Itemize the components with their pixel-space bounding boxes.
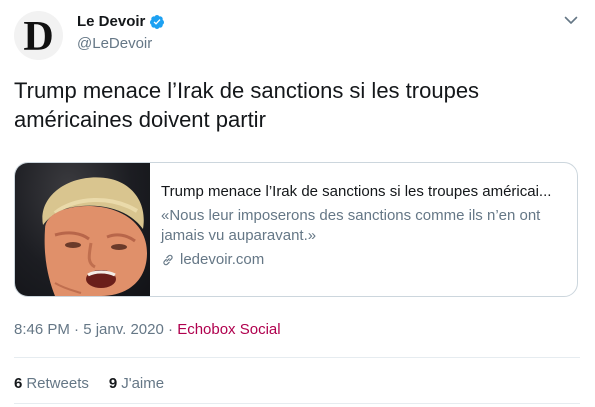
meta-separator: · [168,321,174,338]
likes-label: J'aime [121,375,165,392]
avatar[interactable]: D [14,11,63,60]
card-domain[interactable]: ledevoir.com [161,250,571,270]
account-name-row[interactable]: Le Devoir [77,13,165,30]
display-name[interactable]: Le Devoir [77,13,145,30]
tweet-source-link[interactable]: Echobox Social [177,321,280,338]
retweets-count: 6 [14,375,23,392]
verified-badge-icon [149,14,165,30]
divider [14,403,580,404]
tweet-date[interactable]: 5 janv. 2020 [83,321,164,338]
retweets-label: Retweets [26,375,89,392]
link-icon [161,253,175,267]
user-handle[interactable]: @LeDevoir [77,35,152,52]
avatar-logo-letter: D [23,13,54,60]
card-body[interactable]: Trump menace l’Irak de sanctions si les … [161,182,571,270]
tweet-meta: 8:46 PM · 5 janv. 2020 · Echobox Social [14,321,281,338]
likes-count: 9 [108,375,118,392]
meta-separator: · [74,321,80,338]
link-preview-card[interactable]: Trump menace l’Irak de sanctions si les … [14,162,578,297]
card-title[interactable]: Trump menace l’Irak de sanctions si les … [161,182,571,202]
divider [14,357,580,358]
card-domain-text[interactable]: ledevoir.com [180,250,264,270]
retweets-stat[interactable]: 6 Retweets [14,375,89,392]
card-description: «Nous leur imposerons des sanctions comm… [161,207,541,244]
likes-stat[interactable]: 9 J'aime [109,375,164,392]
card-thumbnail-image[interactable] [15,163,150,296]
chevron-down-icon[interactable] [563,12,579,33]
tweet-time[interactable]: 8:46 PM [14,321,70,338]
tweet-stats: 6 Retweets 9 J'aime [14,375,184,392]
tweet-text: Trump menace l’Irak de sanctions si les … [14,78,480,132]
